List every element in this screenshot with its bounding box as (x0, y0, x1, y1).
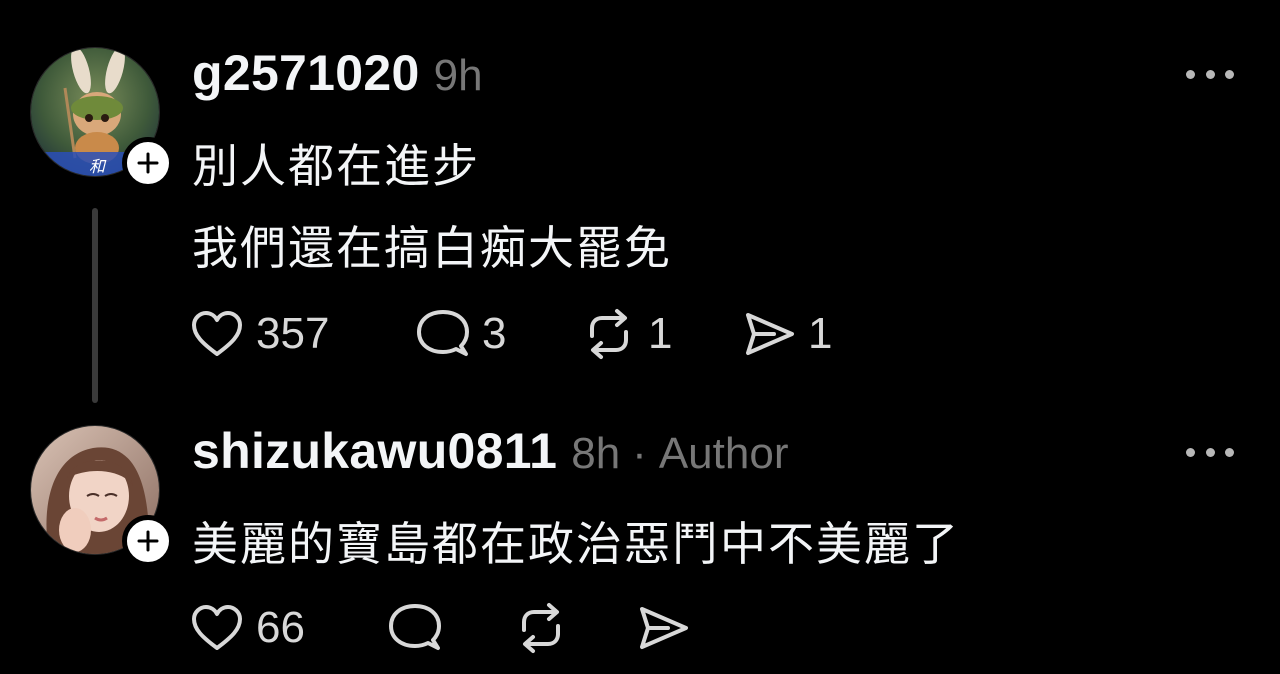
like-button[interactable]: 357 (190, 306, 329, 362)
plus-icon (137, 152, 159, 174)
post-header: g2571020 9h (192, 44, 483, 102)
author-reply-post: shizukawu0811 8h · Author 美麗的寶島都在政治惡鬥中不美… (0, 420, 1280, 674)
comment-button[interactable] (388, 600, 442, 656)
share-count: 1 (808, 309, 833, 358)
post-text-line: 我們還在搞白痴大罷免 (192, 221, 672, 275)
share-button[interactable]: 1 (744, 306, 832, 362)
repost-count: 1 (648, 309, 673, 358)
avatar-container[interactable] (30, 425, 174, 567)
heart-icon (192, 311, 242, 356)
username[interactable]: g2571020 (192, 44, 420, 102)
username[interactable]: shizukawu0811 (192, 422, 557, 480)
send-icon (746, 313, 794, 355)
follow-button[interactable] (122, 515, 174, 567)
comment-button[interactable]: 3 (416, 306, 506, 362)
send-icon (640, 607, 688, 649)
post-text-line: 別人都在進步 (192, 139, 480, 193)
more-dots-icon (1186, 447, 1195, 457)
reply-post: 和 g2571020 9h 別人都在進步 我們還在搞白痴大罷免 357 3 1 … (0, 0, 1280, 420)
like-button[interactable]: 66 (190, 600, 305, 656)
repost-button[interactable] (514, 600, 568, 656)
plus-icon (137, 530, 159, 552)
post-time[interactable]: 9h (434, 51, 483, 101)
comment-bubble-icon (417, 310, 469, 356)
repost-icon (590, 309, 628, 359)
like-count: 357 (256, 309, 330, 358)
avatar-container[interactable]: 和 (30, 47, 174, 189)
post-header: shizukawu0811 8h · Author (192, 422, 788, 480)
post-time[interactable]: 8h (571, 429, 620, 479)
meta-separator: · (632, 429, 647, 478)
like-count: 66 (256, 603, 305, 652)
more-options-button[interactable] (1186, 440, 1234, 464)
post-text-line: 美麗的寶島都在政治惡鬥中不美麗了 (192, 517, 960, 571)
follow-button[interactable] (122, 137, 174, 189)
author-badge: Author (658, 429, 789, 478)
more-dots-icon (1186, 69, 1195, 79)
more-options-button[interactable] (1186, 62, 1234, 86)
svg-text:和: 和 (89, 157, 107, 176)
comment-bubble-icon (389, 604, 441, 650)
thread-connector-line (92, 208, 98, 403)
repost-icon (522, 603, 560, 653)
heart-icon (192, 605, 242, 650)
repost-button[interactable]: 1 (582, 306, 672, 362)
share-button[interactable] (638, 600, 690, 656)
comment-count: 3 (482, 309, 507, 358)
